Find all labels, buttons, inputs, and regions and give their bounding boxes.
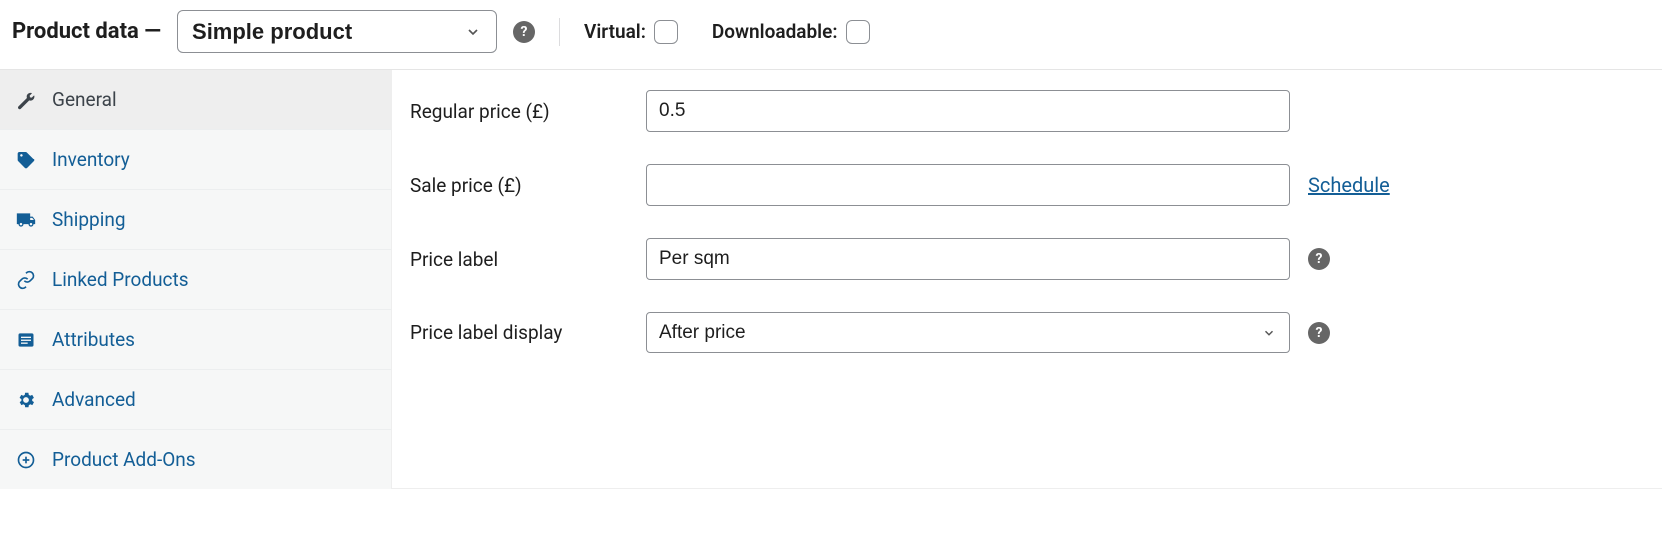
price-label-display-select[interactable]: After price bbox=[646, 312, 1290, 353]
regular-price-row: Regular price (£) bbox=[410, 90, 1644, 132]
sidebar-item-general[interactable]: General bbox=[0, 70, 391, 129]
sidebar-item-linked-products[interactable]: Linked Products bbox=[0, 249, 391, 309]
sidebar-item-label: Linked Products bbox=[52, 268, 189, 291]
regular-price-label: Regular price (£) bbox=[410, 100, 636, 123]
downloadable-group: Downloadable: bbox=[712, 20, 870, 44]
sidebar-item-shipping[interactable]: Shipping bbox=[0, 189, 391, 249]
help-icon[interactable]: ? bbox=[1308, 248, 1330, 270]
virtual-group: Virtual: bbox=[584, 20, 678, 44]
sale-price-input[interactable] bbox=[646, 164, 1290, 206]
product-data-header: Product data — Simple product ? Virtual:… bbox=[0, 0, 1662, 70]
tag-icon bbox=[16, 150, 36, 170]
help-icon[interactable]: ? bbox=[1308, 322, 1330, 344]
body: General Inventory Shipping Linked Produc… bbox=[0, 70, 1662, 489]
schedule-link[interactable]: Schedule bbox=[1308, 173, 1390, 197]
product-type-select[interactable]: Simple product bbox=[177, 10, 497, 53]
sidebar-item-label: Inventory bbox=[52, 148, 130, 171]
sidebar: General Inventory Shipping Linked Produc… bbox=[0, 70, 392, 489]
price-label-display-label: Price label display bbox=[410, 321, 636, 344]
price-label-input[interactable] bbox=[646, 238, 1290, 280]
virtual-checkbox[interactable] bbox=[654, 20, 678, 44]
downloadable-label: Downloadable: bbox=[712, 20, 838, 43]
virtual-label: Virtual: bbox=[584, 20, 646, 43]
regular-price-input[interactable] bbox=[646, 90, 1290, 132]
price-label-row: Price label ? bbox=[410, 238, 1644, 280]
list-icon bbox=[16, 330, 36, 350]
truck-icon bbox=[16, 210, 36, 230]
sidebar-item-product-addons[interactable]: Product Add-Ons bbox=[0, 429, 391, 489]
general-panel: Regular price (£) Sale price (£) Schedul… bbox=[392, 70, 1662, 489]
sidebar-item-label: General bbox=[52, 88, 117, 111]
sale-price-label: Sale price (£) bbox=[410, 174, 636, 197]
plus-circle-icon bbox=[16, 450, 36, 470]
sidebar-item-attributes[interactable]: Attributes bbox=[0, 309, 391, 369]
sidebar-item-label: Advanced bbox=[52, 388, 136, 411]
help-icon[interactable]: ? bbox=[513, 21, 535, 43]
sidebar-item-label: Attributes bbox=[52, 328, 135, 351]
price-label-label: Price label bbox=[410, 248, 636, 271]
wrench-icon bbox=[16, 90, 36, 110]
product-type-select-wrap: Simple product bbox=[177, 10, 497, 53]
sale-price-row: Sale price (£) Schedule bbox=[410, 164, 1644, 206]
gear-icon bbox=[16, 390, 36, 410]
link-icon bbox=[16, 270, 36, 290]
price-label-display-row: Price label display After price ? bbox=[410, 312, 1644, 353]
sidebar-item-label: Product Add-Ons bbox=[52, 448, 196, 471]
panel-title: Product data — bbox=[12, 19, 161, 44]
sidebar-item-advanced[interactable]: Advanced bbox=[0, 369, 391, 429]
downloadable-checkbox[interactable] bbox=[846, 20, 870, 44]
sidebar-item-inventory[interactable]: Inventory bbox=[0, 129, 391, 189]
sidebar-item-label: Shipping bbox=[52, 208, 126, 231]
divider bbox=[559, 18, 560, 46]
